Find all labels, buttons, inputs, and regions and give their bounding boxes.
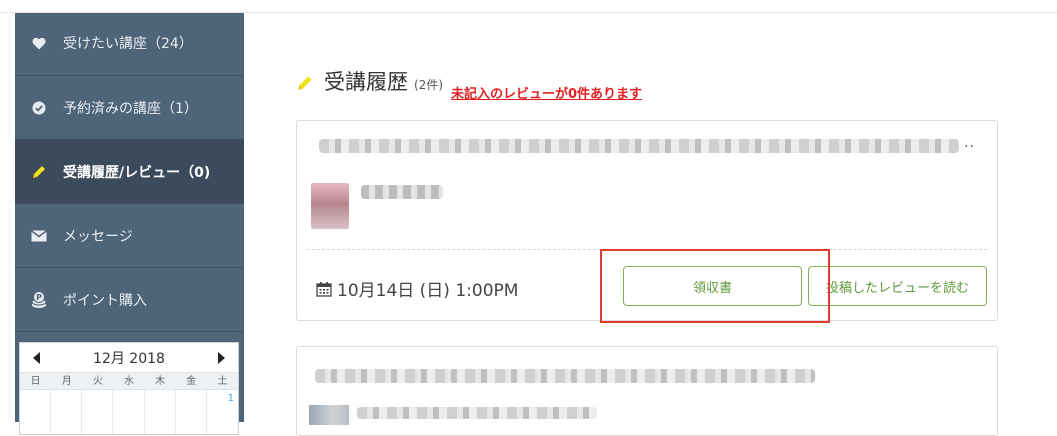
read-review-button[interactable]: 投稿したレビューを読む xyxy=(808,266,987,306)
history-card: ·· 10月14日 (日) 1:00PM 領収書 投稿したレビューを読む xyxy=(296,120,998,321)
avatar xyxy=(311,183,349,229)
course-title-blurred[interactable] xyxy=(319,139,959,153)
lesson-date: 10月14日 (日) 1:00PM xyxy=(316,276,518,301)
teacher-name-blurred[interactable] xyxy=(361,185,443,199)
page-title: 受講履歴 (2件) 未記入のレビューが0件あります xyxy=(296,66,642,102)
heart-icon xyxy=(15,37,63,50)
course-title-blurred[interactable] xyxy=(315,369,815,383)
calendar-day[interactable] xyxy=(176,390,207,434)
sidebar-item-wishlist[interactable]: 受けたい講座（24） xyxy=(15,13,244,76)
sidebar-item-history[interactable]: 受講履歴/レビュー（0) xyxy=(15,140,244,204)
calendar-day[interactable]: 1 xyxy=(207,390,238,434)
coins-icon: P xyxy=(15,290,63,309)
unwritten-review-link[interactable]: 未記入のレビューが0件あります xyxy=(451,83,642,102)
calendar-icon xyxy=(316,280,334,298)
calendar-next-button[interactable] xyxy=(212,347,230,369)
calendar-day[interactable] xyxy=(113,390,145,434)
pencil-icon xyxy=(15,164,63,180)
check-circle-icon xyxy=(15,101,63,115)
sidebar-item-label: ポイント購入 xyxy=(63,292,147,309)
lesson-date-text: 10月14日 (日) 1:00PM xyxy=(337,281,519,301)
calendar-prev-button[interactable] xyxy=(28,347,46,369)
weekday-label: 月 xyxy=(61,376,72,387)
svg-text:P: P xyxy=(36,292,42,301)
history-card xyxy=(296,346,998,436)
envelope-icon xyxy=(15,229,63,242)
sidebar-item-label: メッセージ xyxy=(63,228,133,245)
calendar-day[interactable] xyxy=(145,390,176,434)
sidebar-item-messages[interactable]: メッセージ xyxy=(15,204,244,268)
calendar-day[interactable] xyxy=(20,390,52,434)
history-count: (2件) xyxy=(414,78,443,92)
avatar xyxy=(309,405,349,425)
sidebar-item-label: 受講履歴/レビュー（0) xyxy=(63,164,211,181)
sidebar-item-reserved[interactable]: 予約済みの講座（1） xyxy=(15,76,244,140)
weekday-label: 金 xyxy=(186,376,197,387)
sidebar-item-label: 予約済みの講座（1） xyxy=(63,100,198,117)
page-title-text: 受講履歴 xyxy=(324,70,408,94)
mini-calendar: 12月 2018 日 月 火 水 木 金 土 1 xyxy=(19,342,239,435)
weekday-label: 水 xyxy=(123,376,134,387)
calendar-day[interactable] xyxy=(82,390,114,434)
weekday-label: 日 xyxy=(30,376,41,387)
pencil-icon xyxy=(296,70,318,96)
receipt-button[interactable]: 領収書 xyxy=(623,266,802,306)
calendar-days: 1 xyxy=(20,390,238,434)
calendar-weekdays: 日 月 火 水 木 金 土 xyxy=(20,373,238,390)
calendar-header: 12月 2018 xyxy=(20,343,238,373)
weekday-label: 土 xyxy=(217,376,228,387)
calendar-month-label: 12月 2018 xyxy=(93,350,165,367)
calendar-day[interactable] xyxy=(51,390,83,434)
sidebar-item-label: 受けたい講座（24） xyxy=(63,36,193,52)
sidebar: 受けたい講座（24） 予約済みの講座（1） 受講履歴/レビュー（0) メッセージ… xyxy=(15,13,244,435)
ellipsis-text: ·· xyxy=(964,139,975,155)
teacher-name-blurred[interactable] xyxy=(357,407,597,419)
sidebar-item-points[interactable]: P ポイント購入 xyxy=(15,268,244,332)
weekday-label: 火 xyxy=(92,376,103,387)
card-divider xyxy=(307,249,987,250)
weekday-label: 木 xyxy=(155,376,166,387)
